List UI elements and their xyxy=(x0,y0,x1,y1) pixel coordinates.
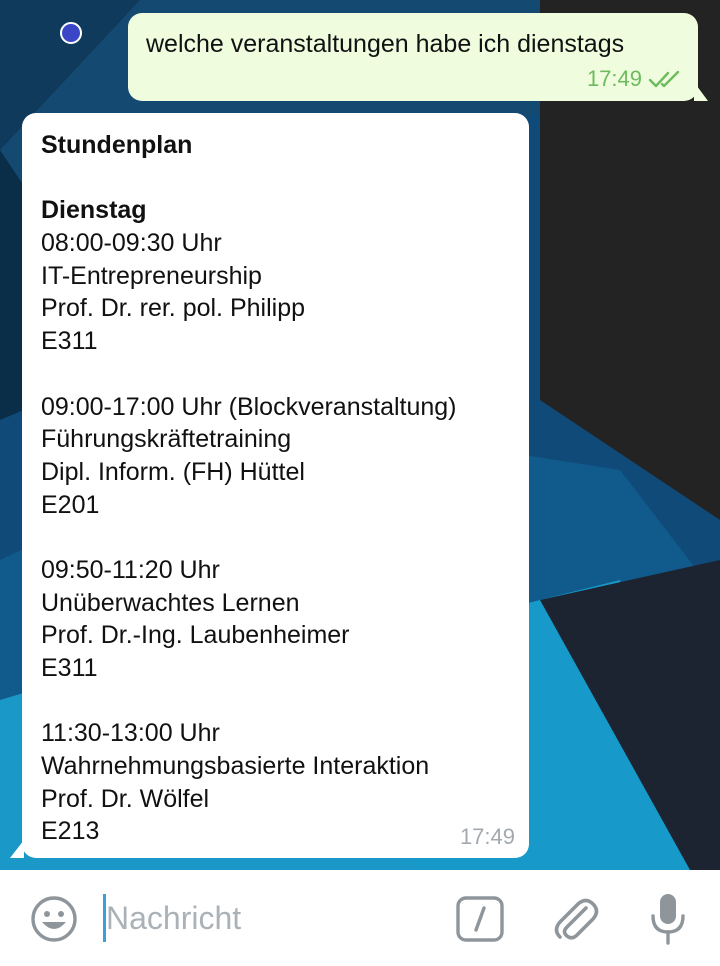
outgoing-message-time: 17:49 xyxy=(586,66,642,91)
course-room: E213 xyxy=(41,817,100,846)
microphone-icon[interactable] xyxy=(648,892,688,946)
message-line xyxy=(41,521,511,554)
outgoing-message-text: welche veranstaltungen habe ich dienstag… xyxy=(146,30,625,58)
double-check-icon xyxy=(648,70,682,88)
course-room: E311 xyxy=(41,327,98,356)
emoji-icon[interactable] xyxy=(30,895,78,943)
course-lecturer: Dipl. Inform. (FH) Hüttel xyxy=(41,457,305,486)
message-input[interactable] xyxy=(106,893,436,943)
course-time: 09:50-11:20 Uhr xyxy=(41,555,220,584)
course-name: Wahrnehmungsbasierte Interaktion xyxy=(41,752,430,781)
emoji-badge-dot xyxy=(60,22,82,44)
course-room: E311 xyxy=(41,654,98,682)
course-time: 08:00-09:30 Uhr xyxy=(41,229,222,258)
message-line xyxy=(41,685,511,718)
schedule-title: Stundenplan xyxy=(41,131,193,159)
course-name: IT-Entrepreneurship xyxy=(41,261,262,290)
paperclip-icon[interactable] xyxy=(550,892,600,944)
course-time: 09:00-17:00 Uhr (Blockveranstaltung) xyxy=(41,392,457,421)
bot-command-icon[interactable] xyxy=(456,896,504,942)
incoming-message-time: 17:49 xyxy=(459,824,515,849)
course-name: Unüberwachtes Lernen xyxy=(41,588,300,617)
outgoing-message-bubble[interactable]: welche veranstaltungen habe ich dienstag… xyxy=(128,13,698,101)
course-lecturer: Prof. Dr. Wölfel xyxy=(41,784,210,813)
outgoing-bubble-tail xyxy=(694,82,708,101)
outgoing-message-meta: 17:49 xyxy=(587,66,682,92)
course-lecturer: Prof. Dr.-Ing. Laubenheimer xyxy=(41,621,350,650)
course-name: Führungskräftetraining xyxy=(41,425,292,454)
course-room: E201 xyxy=(41,490,100,519)
incoming-bubble-tail xyxy=(10,840,24,858)
incoming-message-bubble[interactable]: Stundenplan Dienstag 08:00-09:30 Uhr IT-… xyxy=(22,113,529,858)
message-line xyxy=(41,358,511,391)
course-lecturer: Prof. Dr. rer. pol. Philipp xyxy=(41,294,306,323)
schedule-day: Dienstag xyxy=(41,196,147,225)
message-line xyxy=(41,162,511,195)
course-time: 11:30-13:00 Uhr xyxy=(41,719,220,748)
